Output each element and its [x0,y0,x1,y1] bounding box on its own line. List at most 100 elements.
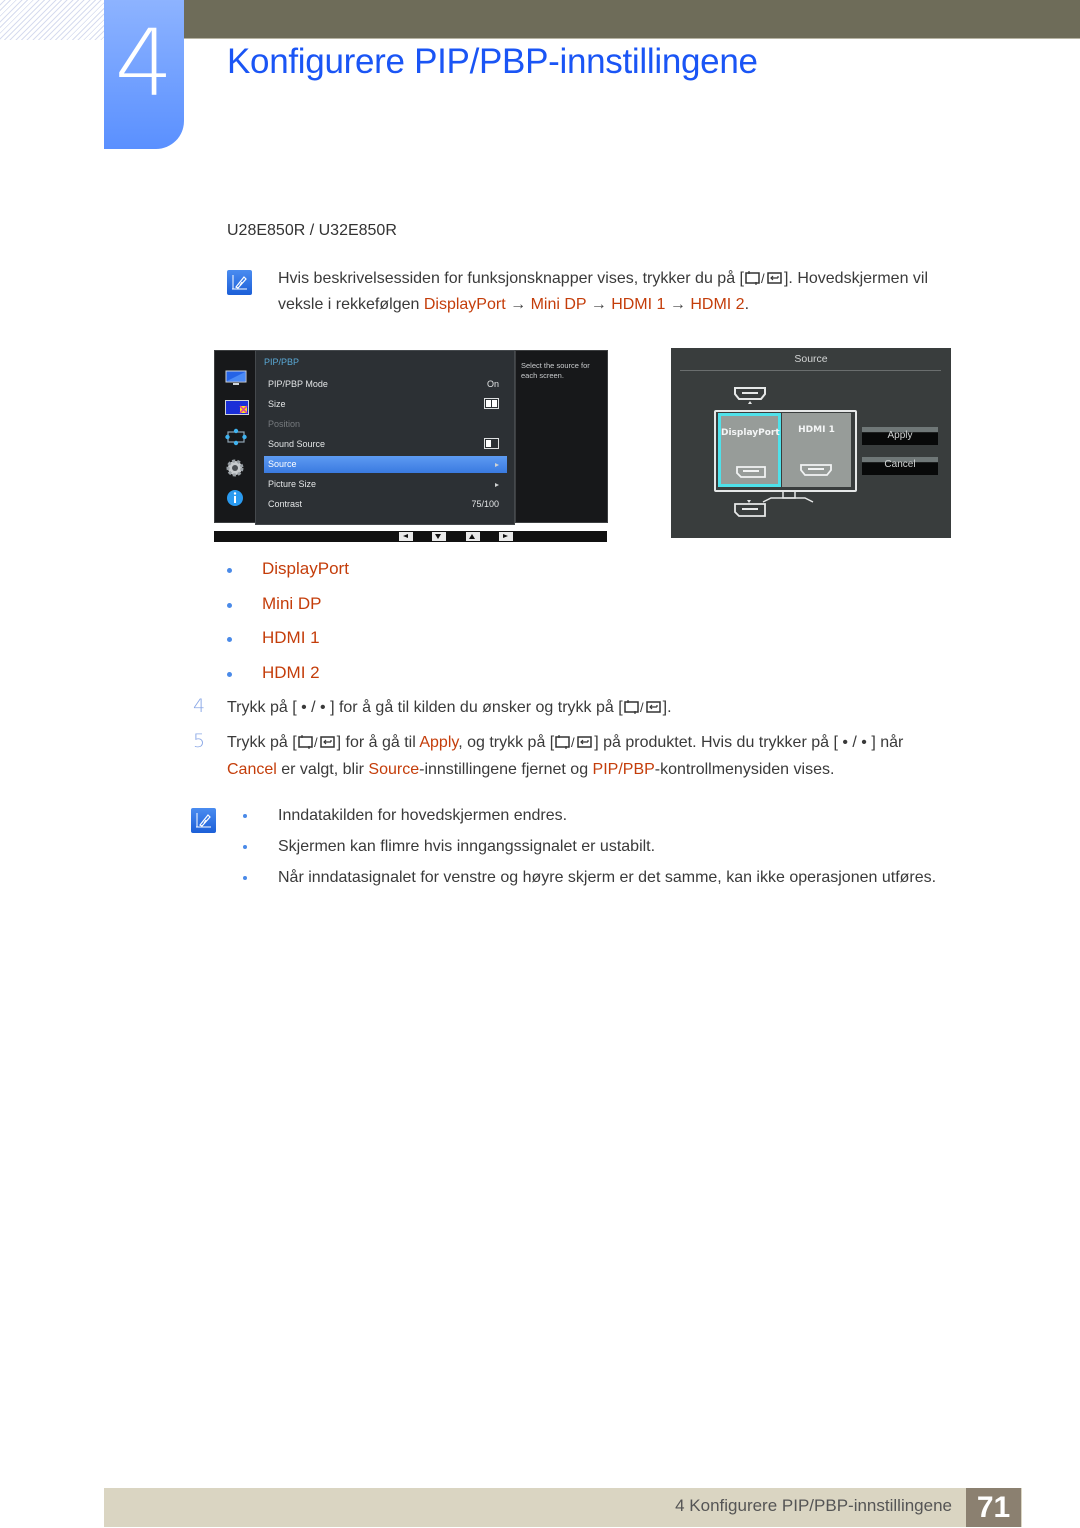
source-enter-button-icon: / [744,269,784,286]
pane-displayport[interactable]: DisplayPort [718,413,781,487]
step-text: Trykk på [ [227,734,297,751]
apply-button[interactable]: Apply [862,427,938,445]
note-1-text: veksle i rekkefølgen [278,296,424,313]
row-label: Position [268,419,301,429]
list-item: HDMI 2 [227,663,320,683]
arrow: → [510,296,527,313]
bullet-icon [227,672,232,677]
row-value: 75/100 [471,499,499,509]
step-text: ] for å gå til [336,734,420,751]
list-item-text: Inndatakilden for hovedskjermen endres. [278,807,568,824]
row-label: Source [268,459,297,469]
hdmi-port-top-icon [734,387,766,404]
seq-hdmi-1: HDMI 1 [611,296,666,313]
osd-row-source[interactable]: Source [264,456,507,473]
osd-row-contrast[interactable]: Contrast 75/100 [264,496,507,513]
seq-hdmi-2: HDMI 2 [690,296,745,313]
list-item: Inndatakilden for hovedskjermen endres. [243,803,567,829]
osd-row-position: Position [264,416,507,433]
apply-highlight: Apply [419,734,459,751]
header-hatch-pattern [0,0,104,40]
pane-label: DisplayPort [721,428,780,438]
cancel-highlight: Cancel [227,761,277,778]
apply-label: Apply [887,430,913,441]
bullet-icon [243,845,247,849]
row-label: Size [268,399,286,409]
cancel-label: Cancel [884,459,916,470]
step-5-line-1: Trykk på [/] for å gå til Apply, og tryk… [227,730,903,756]
bullet-icon [227,637,232,642]
row-label: Sound Source [268,439,326,449]
monitor-preview: DisplayPort HDMI 1 [714,410,857,492]
info-icon[interactable] [225,488,245,508]
left-arrow-icon[interactable] [399,532,413,541]
sound-source-icon [484,436,499,453]
size-split-icon [484,396,499,413]
note-1-text: ]. Hovedskjermen vil [783,270,929,287]
bullet-icon [243,876,247,880]
list-item-text: HDMI 1 [262,628,320,647]
step-number: 5 [193,730,206,752]
period: . [744,296,750,313]
step-5-line-2: Cancel er valgt, blir Source-innstilling… [227,757,834,783]
step-4-text: Trykk på [ • / • ] for å gå til kilden d… [227,695,672,721]
list-item: HDMI 1 [227,628,320,648]
bullet-icon [227,568,232,573]
source-panel-divider [680,370,941,371]
step-text: Trykk på [ • / • ] for å gå til kilden d… [227,699,623,716]
osd-row-size[interactable]: Size [264,396,507,413]
pip-icon[interactable] [225,400,249,415]
osd-main-menu: PIP/PBP PIP/PBP Mode On Size Position So… [255,350,515,525]
submenu-arrow-icon [495,476,499,493]
row-label: PIP/PBP Mode [268,379,328,389]
list-item: Mini DP [227,594,322,614]
down-arrow-icon[interactable] [432,532,446,541]
list-item-text: Når inndatasignalet for venstre og høyre… [278,869,937,886]
up-arrow-icon[interactable] [466,532,480,541]
resize-icon[interactable] [225,428,247,446]
osd-row-sound-source[interactable]: Sound Source [264,436,507,453]
chapter-tab: 4 [104,0,184,149]
seq-mini-dp: Mini DP [530,296,587,313]
seq-displayport: DisplayPort [423,296,506,313]
svg-text:/: / [314,735,318,750]
pane-hdmi-1[interactable]: HDMI 1 [782,413,851,487]
osd-row-pip-pbp-mode[interactable]: PIP/PBP Mode On [264,376,507,393]
bullet-icon [227,603,232,608]
cancel-button[interactable]: Cancel [862,457,938,475]
row-value: On [486,379,499,389]
source-highlight: Source [368,761,420,778]
chapter-number: 4 [114,10,174,117]
osd-nav-bar [214,531,607,542]
chapter-title: Konfigurere PIP/PBP-innstillingene [227,42,758,81]
displayport-icon [736,466,766,478]
list-item: Skjermen kan flimre hvis inngangssignale… [243,834,655,860]
svg-text:/: / [761,271,765,286]
svg-text:/: / [571,735,575,750]
list-item-text: Skjermen kan flimre hvis inngangssignale… [278,838,656,855]
monitor-stand-icon [747,490,814,503]
source-enter-button-icon: / [554,733,594,750]
monitor-icon[interactable] [225,370,247,386]
note-1-line-2: veksle i rekkefølgen DisplayPort → Mini … [278,292,749,318]
footer-chapter-title: 4 Konfigurere PIP/PBP-innstillingene [675,1496,952,1515]
osd-menu: PIP/PBP PIP/PBP Mode On Size Position So… [214,350,608,543]
source-enter-button-icon: / [297,733,337,750]
right-arrow-icon[interactable] [499,532,513,541]
arrow: → [669,296,686,313]
source-enter-button-icon: / [623,698,663,715]
step-text: ]. [662,699,672,716]
step-text: er valgt, blir [276,761,369,778]
step-text: -innstillingene fjernet og [419,761,593,778]
settings-gear-icon[interactable] [225,458,245,478]
note-1-line-1: Hvis beskrivelsessiden for funksjonsknap… [278,266,928,292]
header-bar [184,0,1080,38]
osd-row-picture-size[interactable]: Picture Size [264,476,507,493]
note-icon [227,270,252,295]
displayport-bottom-icon [734,503,766,517]
list-item: Når inndatasignalet for venstre og høyre… [243,865,936,891]
list-item: DisplayPort [227,559,349,579]
hdmi-icon [800,464,832,476]
bullet-icon [243,814,247,818]
note-1-text: Hvis beskrivelsessiden for funksjonsknap… [278,270,744,287]
